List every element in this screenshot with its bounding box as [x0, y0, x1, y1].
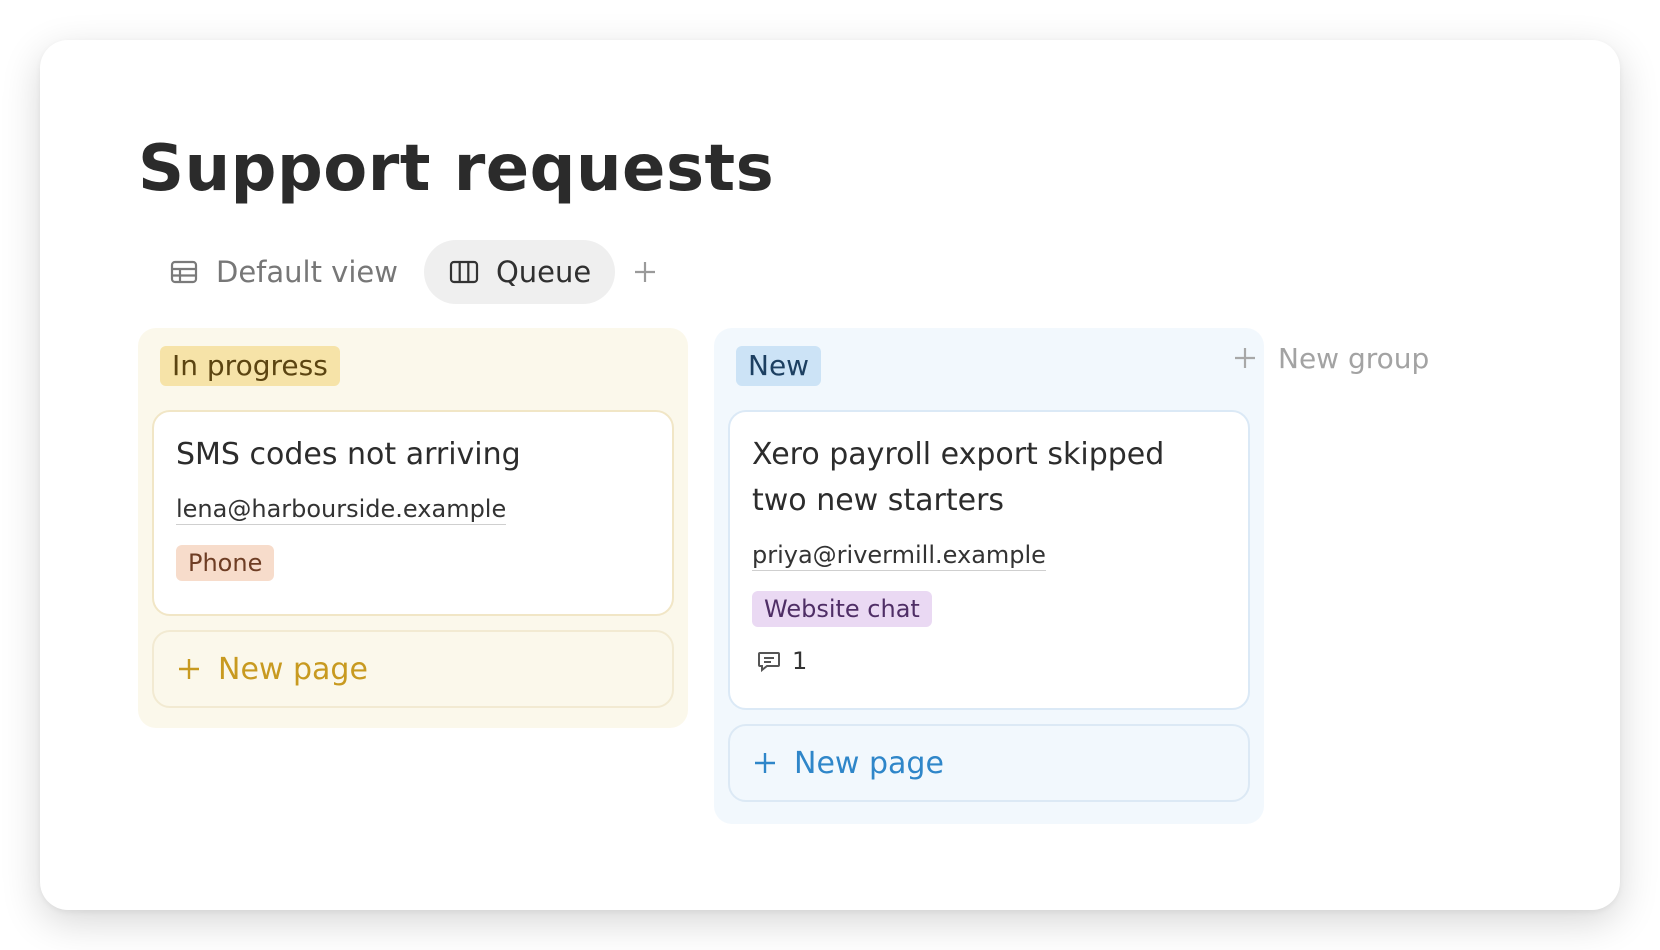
tab-queue[interactable]: Queue: [423, 240, 616, 304]
board-icon: [448, 256, 480, 288]
table-icon: [168, 256, 200, 288]
new-group-label: New group: [1278, 341, 1430, 375]
group-column-in-progress: In progress SMS codes not arriving lena@…: [138, 328, 688, 728]
new-group-button[interactable]: New group: [1232, 336, 1429, 380]
app-window: Support requests Default view Queue In p…: [40, 40, 1620, 910]
new-page-button[interactable]: New page: [152, 630, 674, 708]
plus-icon: [755, 753, 775, 773]
comment-count: 1: [752, 647, 1226, 675]
card-email[interactable]: lena@harbourside.example: [176, 494, 507, 525]
group-label[interactable]: In progress: [160, 346, 340, 386]
add-view-button[interactable]: [623, 250, 667, 294]
plus-icon: [1235, 348, 1255, 368]
plus-icon: [179, 659, 199, 679]
tab-default-view[interactable]: Default view: [144, 240, 422, 304]
comment-count-value: 1: [792, 647, 808, 675]
new-page-button[interactable]: New page: [728, 724, 1250, 802]
plus-icon: [635, 262, 656, 282]
card-title: SMS codes not arriving: [176, 437, 521, 472]
card-title: Xero payroll export skipped two new star…: [752, 437, 1165, 518]
group-label[interactable]: New: [736, 346, 822, 386]
comment-icon: [758, 652, 780, 673]
channel-tag: Website chat: [752, 591, 932, 627]
view-tabs: Default view Queue: [144, 240, 667, 304]
group-column-new: New Xero payroll export skipped two new …: [714, 328, 1264, 824]
page-title: Support requests: [138, 132, 775, 206]
tab-label: Default view: [216, 255, 398, 289]
card-email[interactable]: priya@rivermill.example: [752, 540, 1046, 571]
channel-tag: Phone: [176, 545, 275, 581]
new-page-label: New page: [794, 745, 944, 781]
request-card[interactable]: Xero payroll export skipped two new star…: [728, 410, 1250, 710]
request-card[interactable]: SMS codes not arriving lena@harbourside.…: [152, 410, 674, 616]
new-page-label: New page: [218, 651, 368, 687]
tab-label: Queue: [495, 255, 592, 289]
